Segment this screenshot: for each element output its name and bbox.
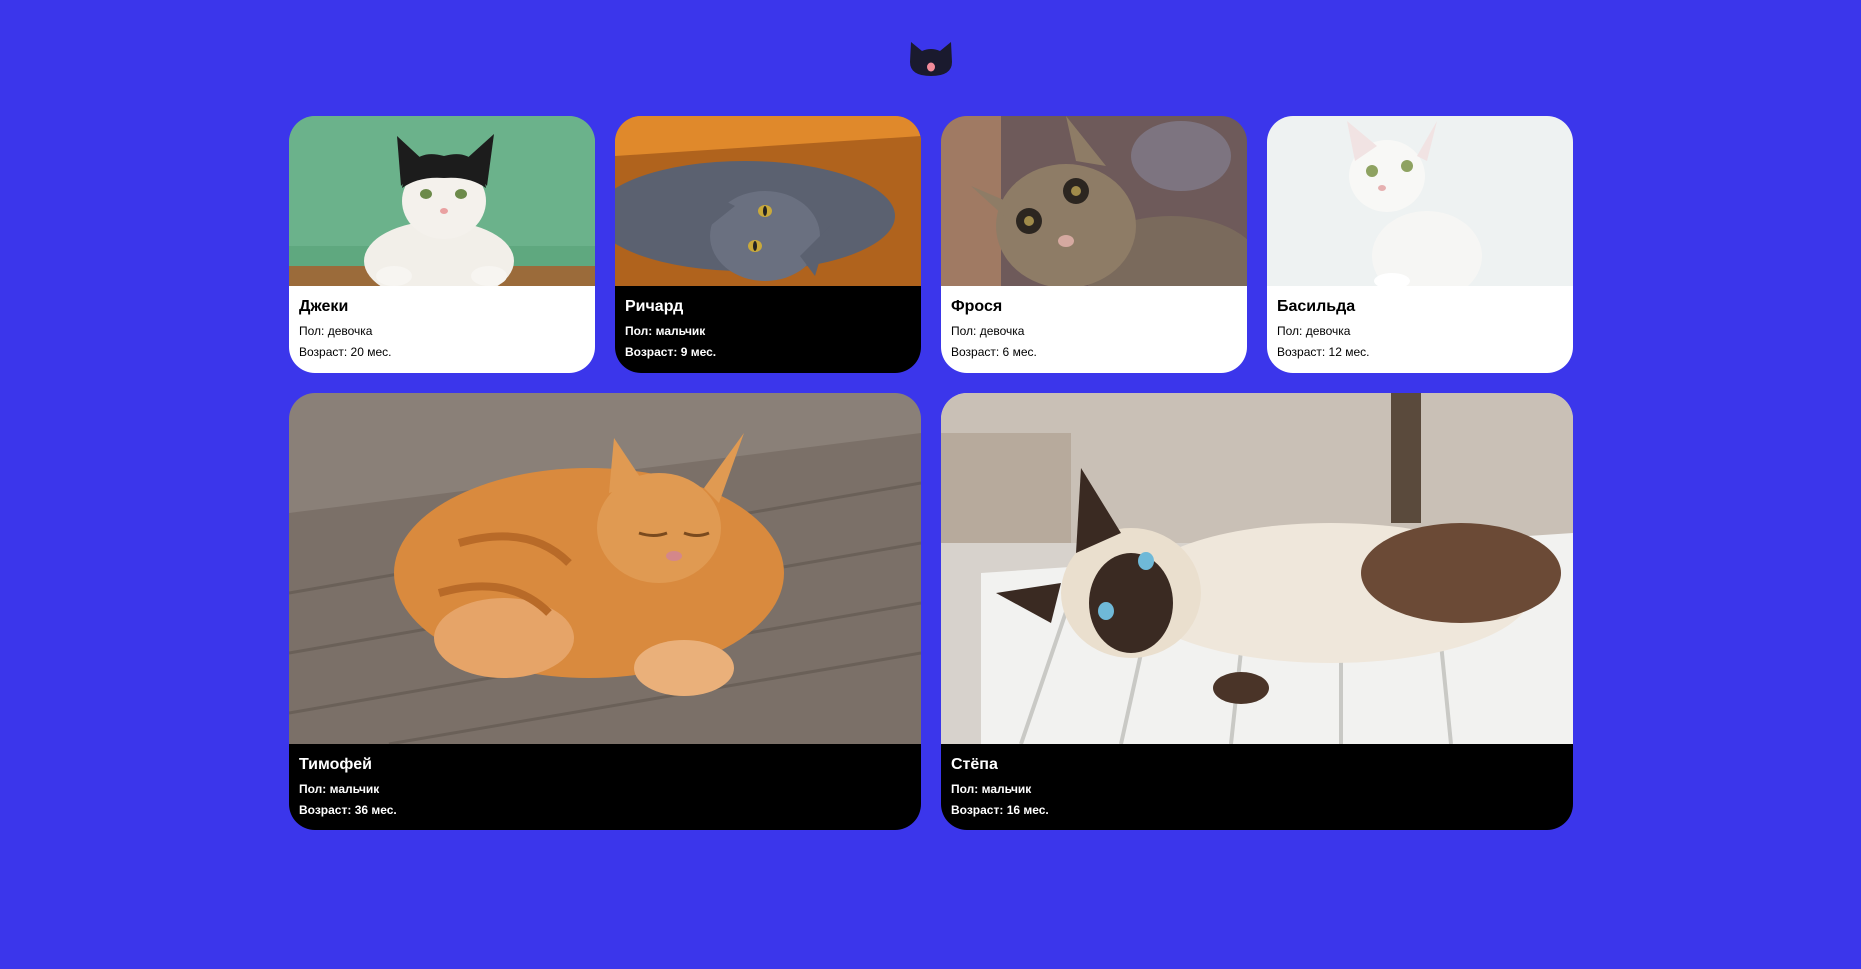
cat-name: Джеки [299, 298, 349, 315]
cat-name: Фрося [951, 298, 1003, 315]
cat-photo [941, 393, 1573, 744]
cat-card[interactable]: Стёпа Пол: мальчик Возраст: 16 мес. [941, 393, 1573, 830]
cat-photo [615, 116, 921, 286]
cat-info: Басильда Пол: девочка Возраст: 12 мес. [1267, 286, 1573, 373]
cat-info: Ричард Пол: мальчик Возраст: 9 мес. [615, 286, 921, 373]
cat-sex: Пол: девочка [951, 324, 1025, 338]
cat-name: Стёпа [951, 756, 998, 773]
cat-card[interactable]: Тимофей Пол: мальчик Возраст: 36 мес. [289, 393, 921, 830]
cat-sex: Пол: девочка [1277, 324, 1351, 338]
cat-age: Возраст: 12 мес. [1277, 345, 1370, 359]
cat-logo-icon[interactable] [908, 40, 954, 78]
cat-photo [289, 393, 921, 744]
cat-card[interactable]: Басильда Пол: девочка Возраст: 12 мес. [1267, 116, 1573, 373]
cat-info: Тимофей Пол: мальчик Возраст: 36 мес. [289, 744, 921, 830]
cat-info: Фрося Пол: девочка Возраст: 6 мес. [941, 286, 1247, 373]
cat-card[interactable]: Джеки Пол: девочка Возраст: 20 мес. [289, 116, 595, 373]
cat-photo [941, 116, 1247, 286]
cat-info: Джеки Пол: девочка Возраст: 20 мес. [289, 286, 595, 373]
cat-sex: Пол: девочка [299, 324, 373, 338]
cat-cards-grid: Джеки Пол: девочка Возраст: 20 мес. Рича… [289, 116, 1573, 830]
cat-age: Возраст: 6 мес. [951, 345, 1037, 359]
cat-sex: Пол: мальчик [951, 782, 1032, 796]
cat-name: Басильда [1277, 298, 1356, 315]
cat-card[interactable]: Фрося Пол: девочка Возраст: 6 мес. [941, 116, 1247, 373]
cat-name: Ричард [625, 298, 684, 315]
cat-sex: Пол: мальчик [299, 782, 380, 796]
cat-photo [1267, 116, 1573, 286]
cat-age: Возраст: 20 мес. [299, 345, 392, 359]
cat-info: Стёпа Пол: мальчик Возраст: 16 мес. [941, 744, 1573, 830]
cat-age: Возраст: 36 мес. [299, 803, 397, 817]
cat-name: Тимофей [299, 756, 372, 773]
cat-age: Возраст: 16 мес. [951, 803, 1049, 817]
cat-photo [289, 116, 595, 286]
cat-age: Возраст: 9 мес. [625, 345, 717, 359]
cat-card[interactable]: Ричард Пол: мальчик Возраст: 9 мес. [615, 116, 921, 373]
cat-sex: Пол: мальчик [625, 324, 706, 338]
